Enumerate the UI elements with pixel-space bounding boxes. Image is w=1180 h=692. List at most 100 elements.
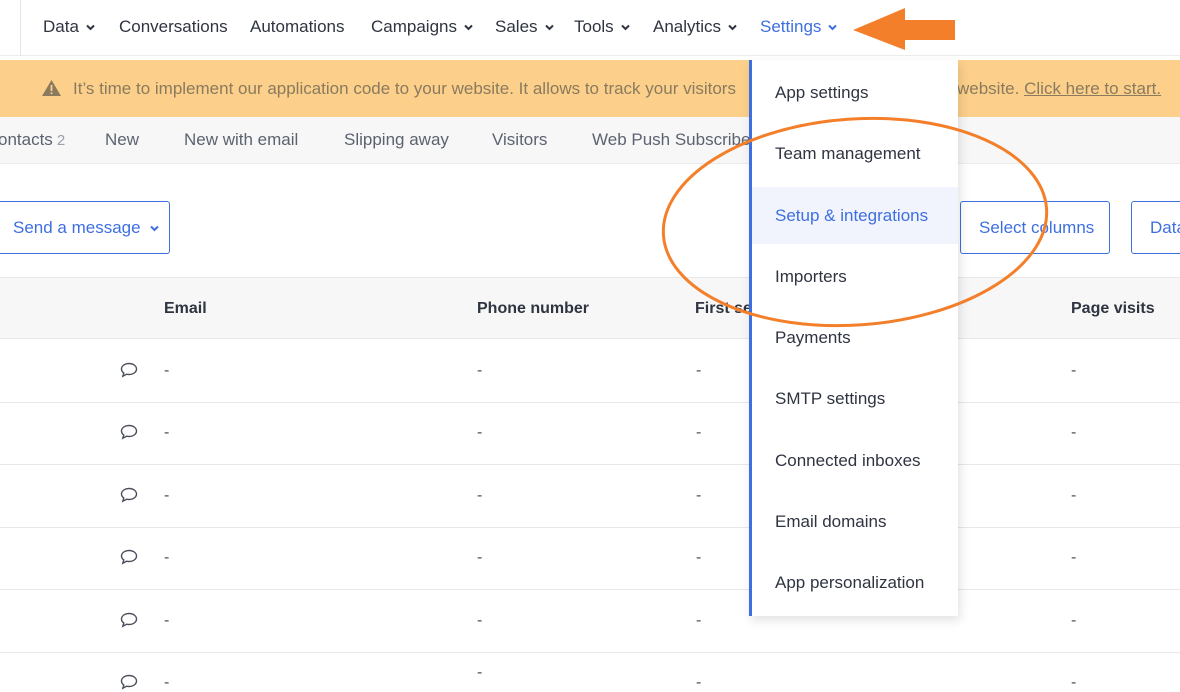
chevron-down-icon [728,16,737,36]
cell-email: - [164,487,170,504]
setup-warning-banner: It’s time to implement our application c… [0,60,1180,117]
menu-item-importers[interactable]: Importers [752,248,958,305]
cell-email: - [164,362,170,379]
chevron-down-icon [86,16,95,36]
menu-item-app-personalization[interactable]: App personalization [752,554,958,611]
cell-email: - [164,424,170,441]
menu-item-email-domains[interactable]: Email domains [752,493,958,550]
chat-bubble-icon[interactable] [120,362,138,383]
cell-phone: - [477,362,483,379]
banner-text-end: website. Click here to start. [957,79,1161,99]
send-message-button[interactable]: Send a message [0,201,170,254]
nav-divider [20,0,21,56]
segment-label: New [105,130,140,149]
cell-page-visits: - [1071,362,1077,379]
nav-item-label: Campaigns [371,17,457,36]
menu-item-app-settings[interactable]: App settings [752,64,958,121]
menu-item-payments[interactable]: Payments [752,309,958,366]
menu-item-team-management[interactable]: Team management [752,125,958,182]
segment-label: Slipping away [344,130,449,149]
select-columns-label: Select columns [979,217,1095,237]
table-row[interactable]: - - - - [0,590,1180,653]
nav-item-tools[interactable]: Tools [574,17,630,38]
segment-label: Visitors [492,130,548,149]
table-row[interactable]: - - - - [0,402,1180,465]
nav-item-data[interactable]: Data [43,17,95,38]
nav-item-label: Settings [760,17,822,36]
top-navigation: Data Conversations Automations Campaigns… [0,0,1180,56]
cell-page-visits: - [1071,674,1077,691]
cell-phone: - [477,664,483,681]
cell-first-seen: - [696,549,702,566]
segment-tab-new-with-email[interactable]: New with email [184,130,298,150]
nav-item-conversations[interactable]: Conversations [119,17,228,37]
segment-tab-contacts[interactable]: ontacts 2 [0,130,65,150]
nav-item-label: Automations [250,17,345,36]
column-header-phone[interactable]: Phone number [477,300,589,318]
data-button[interactable]: Data [1131,201,1180,254]
cell-phone: - [477,487,483,504]
select-columns-button[interactable]: Select columns [960,201,1110,254]
table-row[interactable]: - - - - [0,652,1180,692]
chevron-down-icon [828,16,838,36]
chat-bubble-icon[interactable] [120,549,138,570]
chevron-down-icon [464,16,473,36]
warning-icon [41,79,62,102]
nav-item-label: Conversations [119,17,228,36]
settings-dropdown-menu: App settings Team management Setup & int… [749,60,958,616]
nav-item-label: Sales [495,17,538,36]
nav-item-label: Analytics [653,17,722,36]
segments-bar: ontacts 2 New New with email Slipping awa… [0,117,1180,164]
cell-page-visits: - [1071,612,1077,629]
table-row[interactable]: - - - - [0,465,1180,528]
menu-item-smtp-settings[interactable]: SMTP settings [752,370,958,427]
cell-first-seen: - [696,674,702,691]
chat-bubble-icon[interactable] [120,612,138,633]
menu-item-setup-integrations[interactable]: Setup & integrations [752,187,958,244]
cell-first-seen: - [696,487,702,504]
menu-item-connected-inboxes[interactable]: Connected inboxes [752,432,958,489]
segment-label: New with email [184,130,299,149]
column-header-email[interactable]: Email [164,300,207,318]
nav-item-settings[interactable]: Settings [760,16,838,38]
chat-bubble-icon[interactable] [120,424,138,445]
cell-phone: - [477,612,483,629]
cell-page-visits: - [1071,549,1077,566]
cell-page-visits: - [1071,487,1077,504]
chat-bubble-icon[interactable] [120,487,138,508]
segment-tab-new[interactable]: New [105,130,139,150]
cell-email: - [164,549,170,566]
chat-bubble-icon[interactable] [120,674,138,692]
cell-first-seen: - [696,612,702,629]
segment-tab-slipping-away[interactable]: Slipping away [344,130,449,150]
send-message-label: Send a message [13,217,141,237]
data-button-label: Data [1150,217,1180,237]
segment-tab-visitors[interactable]: Visitors [492,130,547,150]
cell-phone: - [477,424,483,441]
chevron-down-icon [149,217,159,237]
banner-start-link[interactable]: Click here to start. [1024,79,1161,98]
segment-label: Web Push Subscriber [592,130,757,149]
segment-tab-web-push[interactable]: Web Push Subscriber [592,130,756,150]
chevron-down-icon [544,16,554,36]
column-header-first-seen[interactable]: First se [695,300,752,318]
nav-item-sales[interactable]: Sales [495,17,554,38]
segment-count: 2 [56,132,66,149]
table-row[interactable]: - - - - [0,340,1180,403]
nav-item-label: Data [43,17,79,36]
nav-item-label: Tools [574,17,614,36]
banner-text-tail: website. [957,79,1020,98]
cell-phone: - [477,549,483,566]
cell-first-seen: - [696,362,702,379]
nav-item-analytics[interactable]: Analytics [653,17,737,38]
chevron-down-icon [620,16,630,36]
segment-label: ontacts [0,130,53,149]
table-row[interactable]: - - - - [0,527,1180,590]
nav-item-campaigns[interactable]: Campaigns [371,17,473,38]
cell-email: - [164,674,170,691]
banner-text: It’s time to implement our application c… [73,79,736,98]
cell-first-seen: - [696,424,702,441]
column-header-page-visits[interactable]: Page visits [1071,300,1155,318]
nav-item-automations[interactable]: Automations [250,17,345,37]
table-header: Email Phone number First se Page visits [0,277,1180,339]
